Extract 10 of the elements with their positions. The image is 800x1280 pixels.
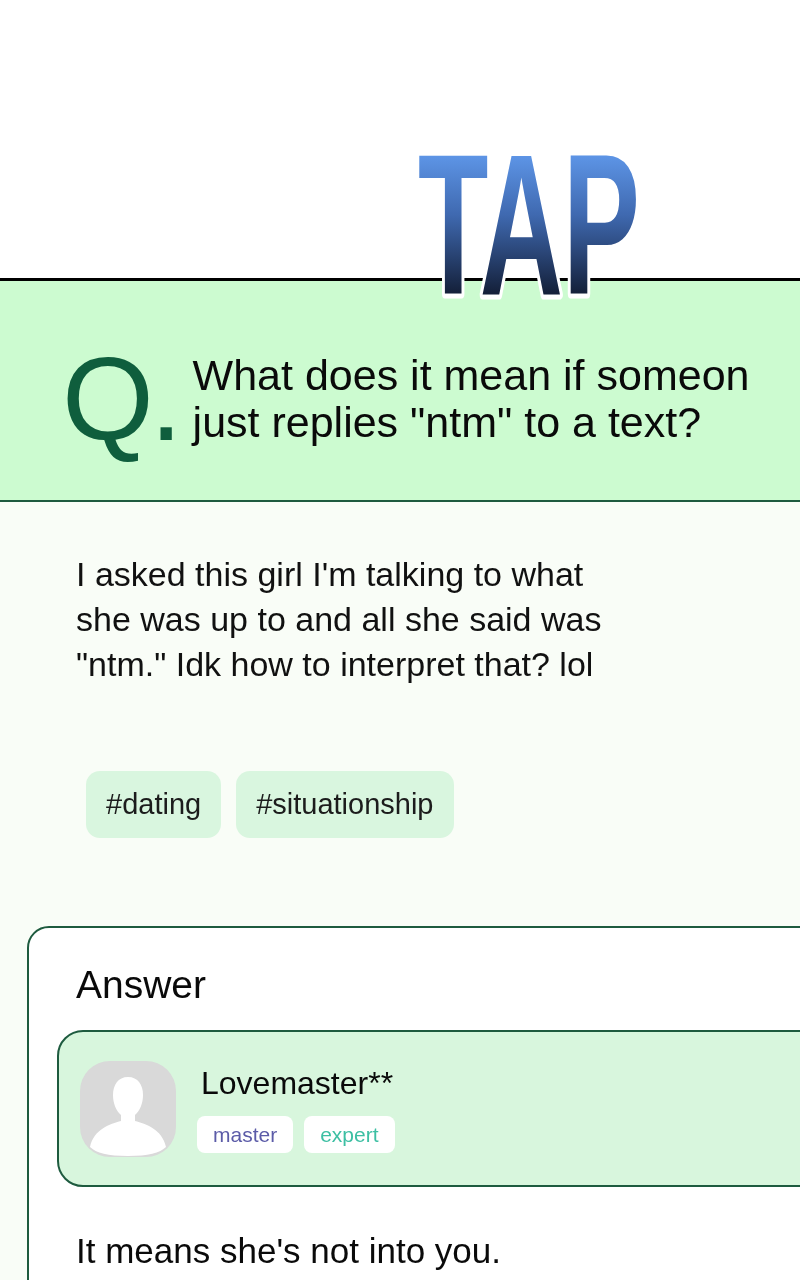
rank-badge: expert <box>304 1116 395 1153</box>
rank-badge: master <box>197 1116 294 1153</box>
answer-text: It means she's not into you. <box>76 1230 502 1272</box>
author-name: Lovemaster** <box>201 1064 395 1102</box>
question-title: What does it mean if someon just replies "ntm" to a text? <box>192 351 750 446</box>
hashtag-chip[interactable]: #situationship <box>236 771 454 838</box>
answer-heading: Answer <box>76 962 208 1008</box>
question-text: I asked this girl I'm talking to what she was up to and all she said was "ntm." Idk how to interpret that? lol <box>76 554 603 685</box>
avatar-icon <box>80 1060 176 1157</box>
hashtag-chip[interactable]: #dating <box>86 771 222 838</box>
